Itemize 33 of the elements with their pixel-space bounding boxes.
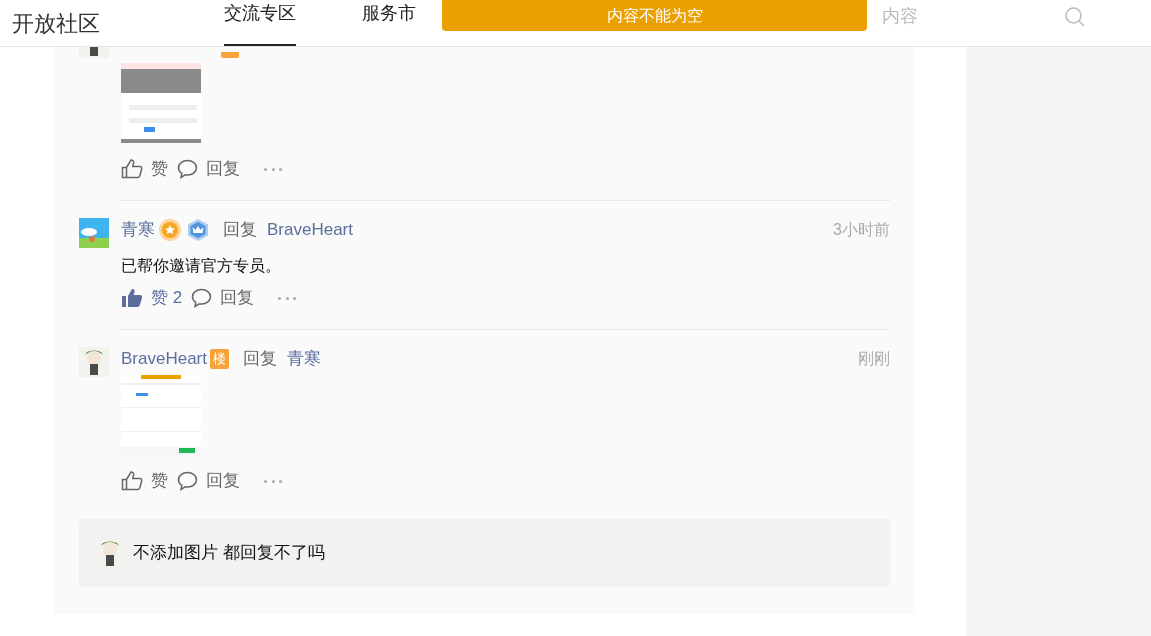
comment-time: 3小时前 — [833, 220, 890, 240]
nav-tab[interactable]: 服务市 — [362, 0, 416, 46]
toast: 内容不能为空 — [442, 0, 867, 31]
reply-to-link[interactable]: BraveHeart — [267, 217, 353, 243]
avatar — [79, 218, 109, 248]
reply-label: 回复 — [243, 348, 277, 371]
comment-text: 已帮你邀请官方专员。 — [121, 256, 282, 276]
crown-medal-icon — [187, 218, 209, 242]
star-medal-icon — [158, 218, 182, 242]
speech-bubble-icon — [191, 288, 213, 308]
floor-badge: 楼 — [210, 349, 229, 369]
speech-bubble-icon — [177, 159, 198, 179]
reply-input-field[interactable]: 不添加图片 都回复不了吗 — [133, 540, 733, 566]
search-field[interactable]: 内容 — [882, 3, 1002, 30]
reply-button[interactable]: 回复 — [177, 156, 240, 182]
thumbs-up-icon — [121, 471, 143, 491]
reply-label: 回复 — [223, 219, 257, 242]
speech-bubble-icon — [177, 471, 198, 491]
comment-time: 刚刚 — [858, 349, 890, 369]
like-button[interactable]: 赞 — [121, 156, 168, 182]
thumbs-up-icon — [121, 288, 143, 308]
avatar — [79, 347, 109, 377]
reply-box[interactable]: 不添加图片 都回复不了吗 — [79, 519, 890, 587]
author-link[interactable]: BraveHeart — [121, 346, 207, 372]
like-button[interactable]: 赞 2 — [121, 285, 183, 311]
thumbs-up-icon — [121, 159, 143, 179]
search-icon — [1064, 5, 1086, 28]
site-title: 开放社区 — [12, 9, 100, 38]
like-button[interactable]: 赞 — [121, 468, 168, 494]
reply-to-link[interactable]: 青寒 — [287, 346, 321, 372]
author-link[interactable]: 青寒 — [121, 217, 155, 243]
reply-button[interactable]: 回复 — [191, 285, 255, 311]
reply-button[interactable]: 回复 — [177, 468, 240, 494]
